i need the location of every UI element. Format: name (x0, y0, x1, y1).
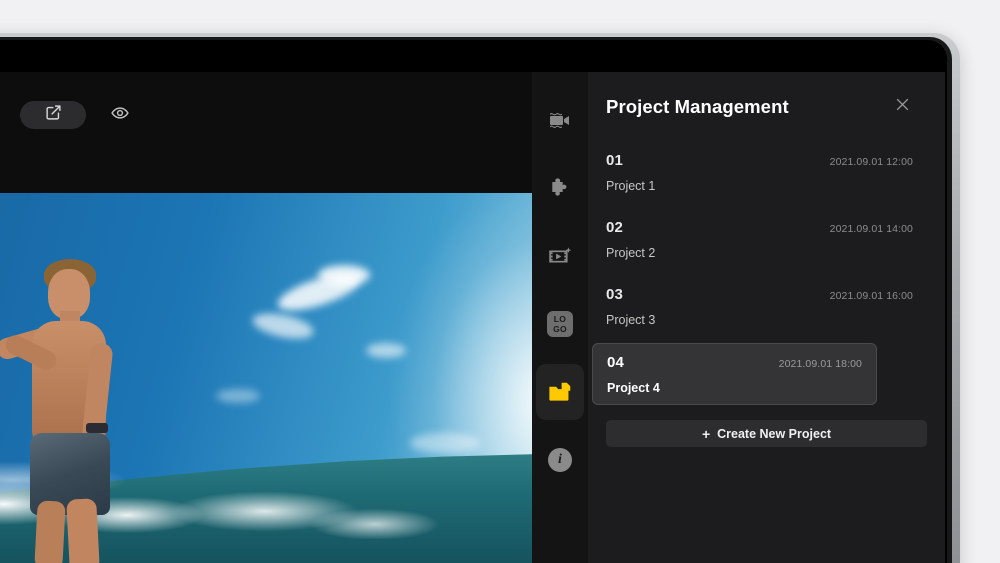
project-number: 03 (606, 286, 624, 303)
editor-canvas (0, 72, 592, 563)
project-number: 04 (607, 354, 625, 371)
project-number: 02 (606, 219, 624, 236)
create-new-project-button[interactable]: + Create New Project (606, 420, 927, 447)
plus-icon: + (701, 425, 711, 442)
panel-title: Project Management (606, 96, 789, 117)
logo-bottom-text: GO (553, 324, 567, 334)
tool-rail: LO GO i (532, 72, 588, 563)
video-preview[interactable] (0, 193, 567, 563)
cloud (366, 343, 406, 358)
project-list: 01 2021.09.01 12:00 Project 1 02 2021.09… (588, 142, 945, 405)
project-date: 2021.09.01 12:00 (829, 156, 913, 168)
project-name: Project 2 (606, 246, 656, 260)
child-surfer (0, 343, 30, 563)
list-item[interactable]: 03 2021.09.01 16:00 Project 3 (606, 276, 927, 343)
preview-toggle-button[interactable] (106, 101, 134, 129)
project-management-panel: Project Management 01 2021.09.01 12:00 P… (588, 72, 945, 563)
list-item-selected[interactable]: 04 2021.09.01 18:00 Project 4 (592, 343, 877, 405)
rail-item-logo[interactable]: LO GO (532, 290, 588, 358)
project-date: 2021.09.01 18:00 (778, 358, 862, 370)
screen: LO GO i Project Management 01 2021.09.01… (0, 72, 945, 563)
info-letter: i (548, 448, 572, 472)
project-date: 2021.09.01 16:00 (829, 290, 913, 302)
close-icon (894, 96, 911, 118)
logo-top-text: LO (553, 314, 567, 324)
rail-item-info[interactable]: i (532, 426, 588, 494)
create-new-project-label: Create New Project (717, 426, 832, 441)
project-name: Project 1 (606, 179, 656, 193)
video-camera-icon (548, 108, 572, 132)
folder-icon (547, 379, 573, 405)
project-number: 01 (606, 152, 624, 169)
rail-item-video[interactable] (532, 86, 588, 154)
edit-square-icon (45, 104, 62, 126)
project-name: Project 4 (607, 381, 660, 395)
panel-header: Project Management (588, 72, 945, 142)
project-date: 2021.09.01 14:00 (829, 223, 913, 235)
cloud (216, 389, 260, 403)
rail-item-projects[interactable] (532, 358, 588, 426)
rail-item-ai-edit[interactable] (532, 222, 588, 290)
edit-button[interactable] (20, 101, 86, 129)
puzzle-piece-icon (548, 176, 572, 200)
logo-badge-icon: LO GO (547, 311, 573, 337)
film-sparkle-icon (548, 244, 573, 269)
close-button[interactable] (891, 96, 913, 118)
list-item[interactable]: 01 2021.09.01 12:00 Project 1 (606, 142, 927, 209)
list-item[interactable]: 02 2021.09.01 14:00 Project 2 (606, 209, 927, 276)
editor-toolbar (20, 101, 134, 129)
info-icon: i (548, 448, 572, 472)
rail-item-effects[interactable] (532, 154, 588, 222)
screenshot-root: LO GO i Project Management 01 2021.09.01… (0, 0, 1000, 563)
eye-icon (111, 104, 129, 127)
cloud (318, 265, 370, 285)
project-name: Project 3 (606, 313, 656, 327)
